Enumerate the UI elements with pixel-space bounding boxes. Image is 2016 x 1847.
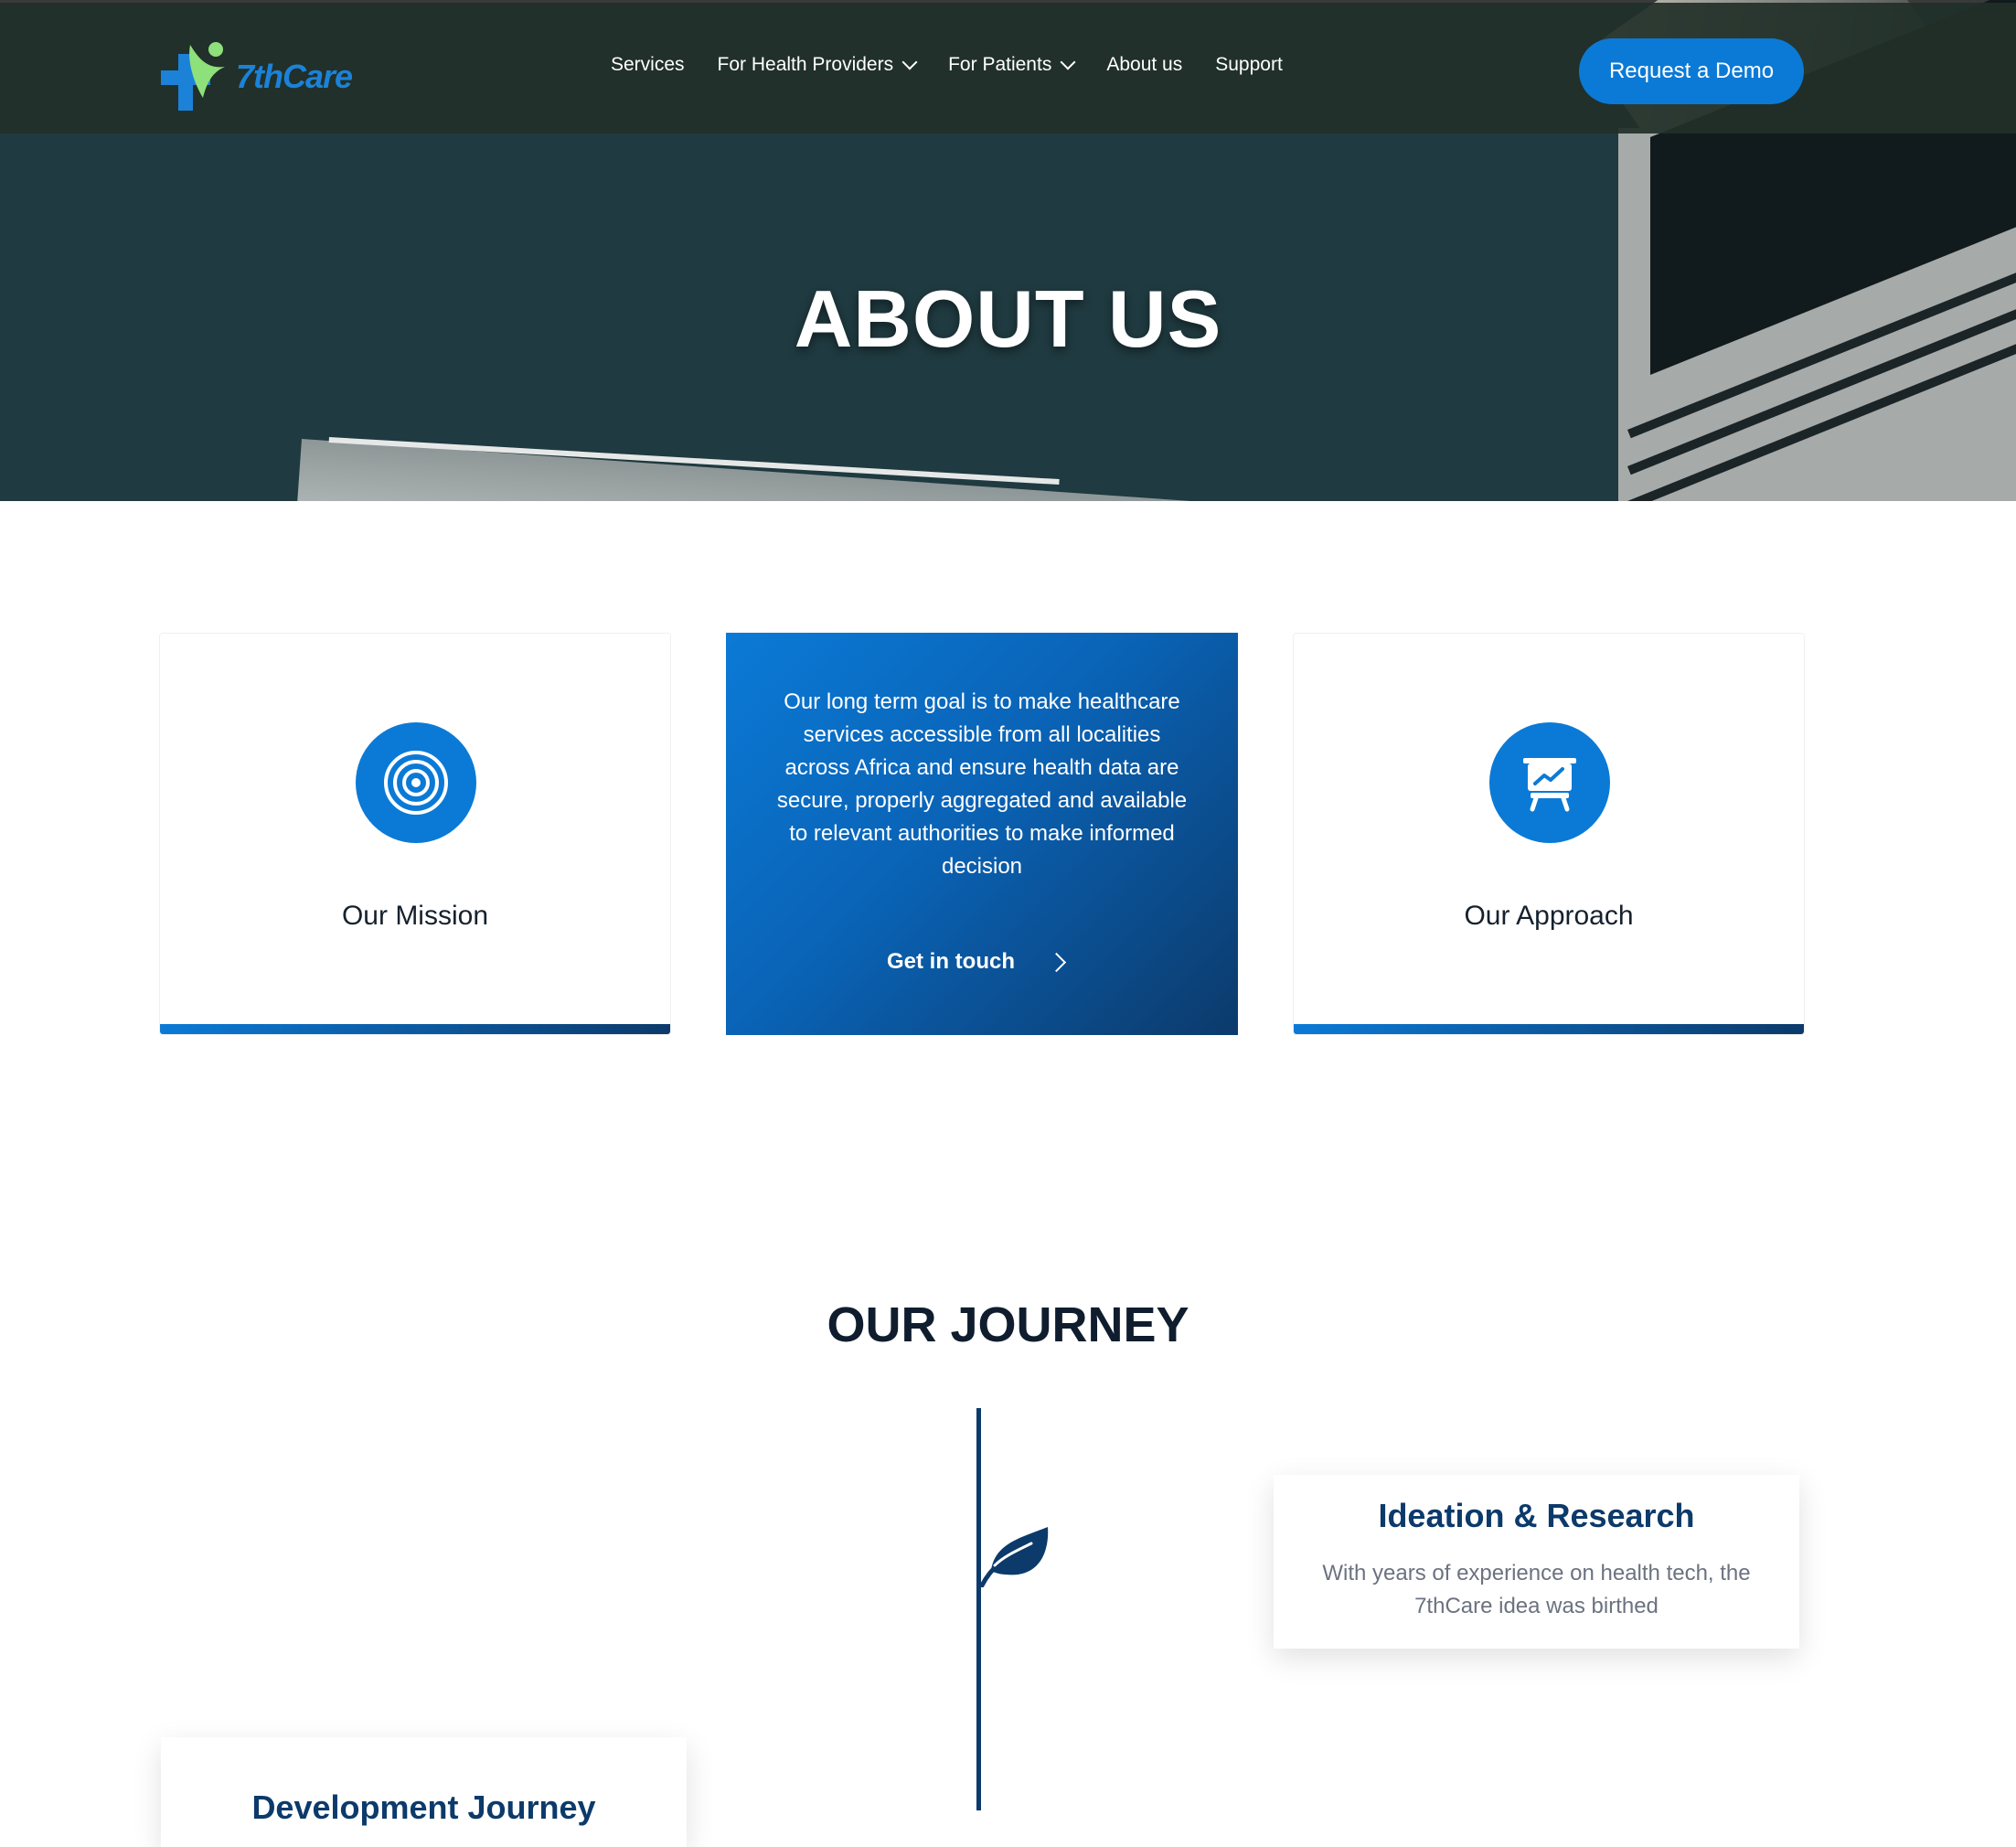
presentation-chart-icon xyxy=(1523,758,1576,812)
journey-item-title: Ideation & Research xyxy=(1378,1497,1695,1534)
journey-title: OUR JOURNEY xyxy=(827,1297,1189,1352)
page-title: ABOUT US xyxy=(794,273,1222,364)
nav-about-label: About us xyxy=(1106,54,1183,75)
mission-icon-circle xyxy=(356,722,476,843)
timeline-line xyxy=(976,1408,981,1810)
nav-about[interactable]: About us xyxy=(1106,54,1182,76)
logo-mark-icon xyxy=(161,42,225,111)
chevron-down-icon xyxy=(901,54,918,70)
target-icon xyxy=(384,751,448,815)
nav-health-providers-label: For Health Providers xyxy=(717,54,894,75)
leaf-icon xyxy=(980,1527,1049,1587)
get-in-touch-label: Get in touch xyxy=(887,949,1015,974)
logo-wordmark: 7thCare xyxy=(236,58,353,95)
logo[interactable]: 7thCare xyxy=(159,36,360,112)
mission-title: Our Mission xyxy=(341,901,489,931)
mission-card[interactable]: Our Mission xyxy=(159,633,671,1035)
journey-item-development: Development Journey xyxy=(161,1737,687,1847)
journey-item-ideation: Ideation & Research With years of experi… xyxy=(1274,1475,1799,1649)
main-nav: Services For Health Providers For Patien… xyxy=(611,54,1316,76)
card-accent-bar xyxy=(1294,1024,1804,1034)
navbar: 7thCare Services For Health Providers Fo… xyxy=(0,3,2016,133)
vision-card: Our long term goal is to make healthcare… xyxy=(726,633,1238,1035)
nav-services[interactable]: Services xyxy=(611,54,685,76)
journey-item-title: Development Journey xyxy=(251,1788,596,1826)
hero-banner: 7thCare Services For Health Providers Fo… xyxy=(0,0,2016,501)
journey-item-text: With years of experience on health tech,… xyxy=(1322,1561,1751,1618)
get-in-touch-link[interactable]: Get in touch xyxy=(887,949,1067,975)
approach-icon-circle xyxy=(1489,722,1610,843)
approach-title: Our Approach xyxy=(1464,901,1634,931)
request-demo-button[interactable]: Request a Demo xyxy=(1579,38,1804,104)
nav-support-label: Support xyxy=(1215,54,1283,75)
chevron-down-icon xyxy=(1060,54,1076,70)
nav-support[interactable]: Support xyxy=(1215,54,1283,76)
nav-health-providers[interactable]: For Health Providers xyxy=(717,54,918,76)
nav-services-label: Services xyxy=(611,54,685,75)
chevron-right-icon xyxy=(1046,952,1067,972)
vision-text: Our long term goal is to make healthcare… xyxy=(776,689,1188,879)
nav-patients[interactable]: For Patients xyxy=(948,54,1076,76)
nav-patients-label: For Patients xyxy=(948,54,1052,75)
card-accent-bar xyxy=(160,1024,670,1034)
approach-card[interactable]: Our Approach xyxy=(1293,633,1805,1035)
